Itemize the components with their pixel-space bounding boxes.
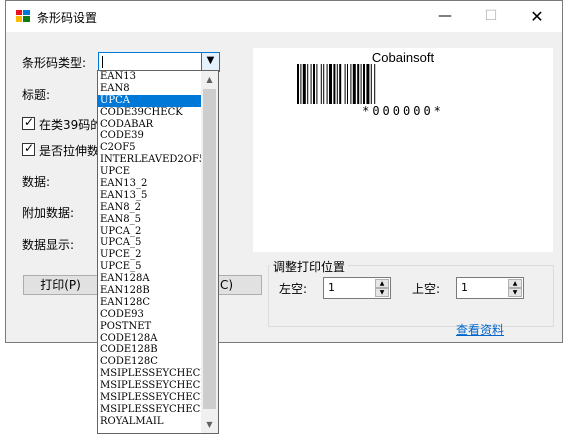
dropdown-option[interactable]: CODE39 xyxy=(98,130,201,142)
dropdown-option[interactable]: MSIPLESSEYCHECK10 xyxy=(98,380,201,392)
barcode-bar xyxy=(370,64,372,104)
barcode-type-combo[interactable]: ▼ xyxy=(98,52,220,72)
dropdown-option[interactable]: CODE39CHECK xyxy=(98,107,201,119)
barcode-bar xyxy=(302,64,306,104)
scroll-up-icon[interactable]: ▲ xyxy=(201,71,218,88)
barcode-bar xyxy=(344,64,346,104)
dropdown-option[interactable]: MSIPLESSEYCHECK11 xyxy=(98,392,201,404)
barcode-bar xyxy=(297,64,299,104)
left-margin-value: 1 xyxy=(328,281,335,294)
scroll-thumb[interactable] xyxy=(203,89,216,409)
increment-icon[interactable]: ▲ xyxy=(508,279,522,288)
barcode-bar xyxy=(329,64,332,104)
print-button[interactable]: 打印(P) xyxy=(23,275,98,295)
dropdown-option[interactable]: EAN8_5 xyxy=(98,214,201,226)
title-label: 标题: xyxy=(22,88,51,102)
dropdown-option[interactable]: EAN128A xyxy=(98,273,201,285)
dropdown-option[interactable]: EAN128C xyxy=(98,297,201,309)
barcode-bar xyxy=(339,64,342,104)
data-display-label: 数据显示: xyxy=(22,238,75,252)
dropdown-option[interactable]: MSIPLESSEYCHECK11 xyxy=(98,404,201,416)
barcode-bars xyxy=(297,64,376,104)
extra-data-label: 附加数据: xyxy=(22,206,75,220)
barcode-bar xyxy=(307,64,309,104)
code39-checkbox[interactable]: ✓ xyxy=(22,115,35,130)
barcode-bar xyxy=(316,64,318,104)
dropdown-option[interactable]: CODE128C xyxy=(98,356,201,368)
decrement-icon[interactable]: ▼ xyxy=(508,288,522,297)
dropdown-option[interactable]: EAN13 xyxy=(98,71,201,83)
view-docs-link[interactable]: 查看资料 xyxy=(456,321,504,338)
stretch-checkbox-label: 是否拉伸数 xyxy=(39,144,100,158)
dropdown-option[interactable]: UPCE xyxy=(98,166,201,178)
dropdown-option[interactable]: MSIPLESSEYCHECK10 xyxy=(98,368,201,380)
dropdown-option[interactable]: EAN128B xyxy=(98,285,201,297)
dropdown-option[interactable]: POSTNET xyxy=(98,321,201,333)
left-margin-label: 左空: xyxy=(279,282,308,296)
dropdown-option[interactable]: EAN8 xyxy=(98,83,201,95)
barcode-preview: Cobainsoft *000000* xyxy=(253,48,553,252)
dropdown-option[interactable]: CODE128B xyxy=(98,344,201,356)
barcode-bar xyxy=(374,64,376,104)
barcode-bar xyxy=(320,64,322,104)
code39-checkbox-label: 在类39码的 xyxy=(39,118,103,132)
text-caret xyxy=(102,56,103,68)
minimize-button[interactable]: — xyxy=(422,1,468,32)
dropdown-option[interactable]: EAN13_2 xyxy=(98,178,201,190)
dropdown-option[interactable]: CODE128A xyxy=(98,333,201,345)
top-margin-value: 1 xyxy=(461,281,468,294)
data-label: 数据: xyxy=(22,175,51,189)
maximize-button[interactable]: ☐ xyxy=(468,1,514,32)
stretch-checkbox[interactable]: ✓ xyxy=(22,141,35,156)
barcode-bar xyxy=(366,64,370,104)
top-margin-stepper[interactable]: 1 ▲ ▼ xyxy=(456,277,524,299)
barcode-bar xyxy=(333,64,336,104)
barcode-bar xyxy=(350,64,352,104)
scroll-down-icon[interactable]: ▼ xyxy=(201,416,218,433)
barcode-bar xyxy=(310,64,312,104)
left-margin-stepper[interactable]: 1 ▲ ▼ xyxy=(323,277,391,299)
chevron-down-icon[interactable]: ▼ xyxy=(201,53,219,71)
barcode-bar xyxy=(313,64,315,104)
decrement-icon[interactable]: ▼ xyxy=(375,288,389,297)
dropdown-option[interactable]: CODABAR xyxy=(98,119,201,131)
print-position-title: 调整打印位置 xyxy=(270,258,349,275)
barcode-text: *000000* xyxy=(362,104,444,118)
dropdown-option[interactable]: ROYALMAIL xyxy=(98,416,201,428)
dropdown-scrollbar[interactable]: ▲ ▼ xyxy=(201,71,218,433)
dropdown-option[interactable]: EAN8_2 xyxy=(98,202,201,214)
top-margin-label: 上空: xyxy=(412,282,441,296)
dropdown-option[interactable]: EAN13_5 xyxy=(98,190,201,202)
window-title: 条形码设置 xyxy=(37,11,98,25)
barcode-bar xyxy=(357,64,360,104)
barcode-bar xyxy=(336,64,338,104)
barcode-bar xyxy=(323,64,325,104)
barcode-bar xyxy=(347,64,348,104)
dropdown-option[interactable]: C2OF5 xyxy=(98,142,201,154)
title-bar: 条形码设置 — ☐ ✕ xyxy=(6,1,562,32)
check-icon: ✓ xyxy=(24,115,35,129)
close-window-button[interactable]: ✕ xyxy=(514,1,560,32)
check-icon: ✓ xyxy=(24,141,35,155)
barcode-bar xyxy=(363,64,365,104)
barcode-title: Cobainsoft xyxy=(371,50,435,65)
barcode-settings-window: 条形码设置 — ☐ ✕ 条形码类型: ▼ 标题: ✓ 在类39码的 ✓ 是否拉伸… xyxy=(5,0,563,343)
dropdown-option[interactable]: UPCA xyxy=(98,94,201,107)
dropdown-option[interactable]: UPCA_2 xyxy=(98,226,201,238)
dropdown-option[interactable]: INTERLEAVED2OF5 xyxy=(98,154,201,166)
barcode-bar xyxy=(360,64,362,104)
barcode-type-label: 条形码类型: xyxy=(22,56,87,70)
barcode-bar xyxy=(326,64,328,104)
dropdown-option[interactable]: UPCE_5 xyxy=(98,261,201,273)
dropdown-option[interactable]: UPCE_2 xyxy=(98,249,201,261)
barcode-type-dropdown[interactable]: EAN13 EAN8 UPCA CODE39CHECK CODABAR CODE39 C2O… xyxy=(97,70,219,434)
dropdown-option[interactable]: UPCA_5 xyxy=(98,237,201,249)
dropdown-option[interactable]: CODE93 xyxy=(98,309,201,321)
increment-icon[interactable]: ▲ xyxy=(375,279,389,288)
app-icon xyxy=(16,10,30,22)
barcode-bar xyxy=(352,64,356,104)
barcode-bar xyxy=(300,64,302,104)
dropdown-list: EAN13 EAN8 UPCA CODE39CHECK CODABAR CODE39 C2O… xyxy=(98,71,201,428)
